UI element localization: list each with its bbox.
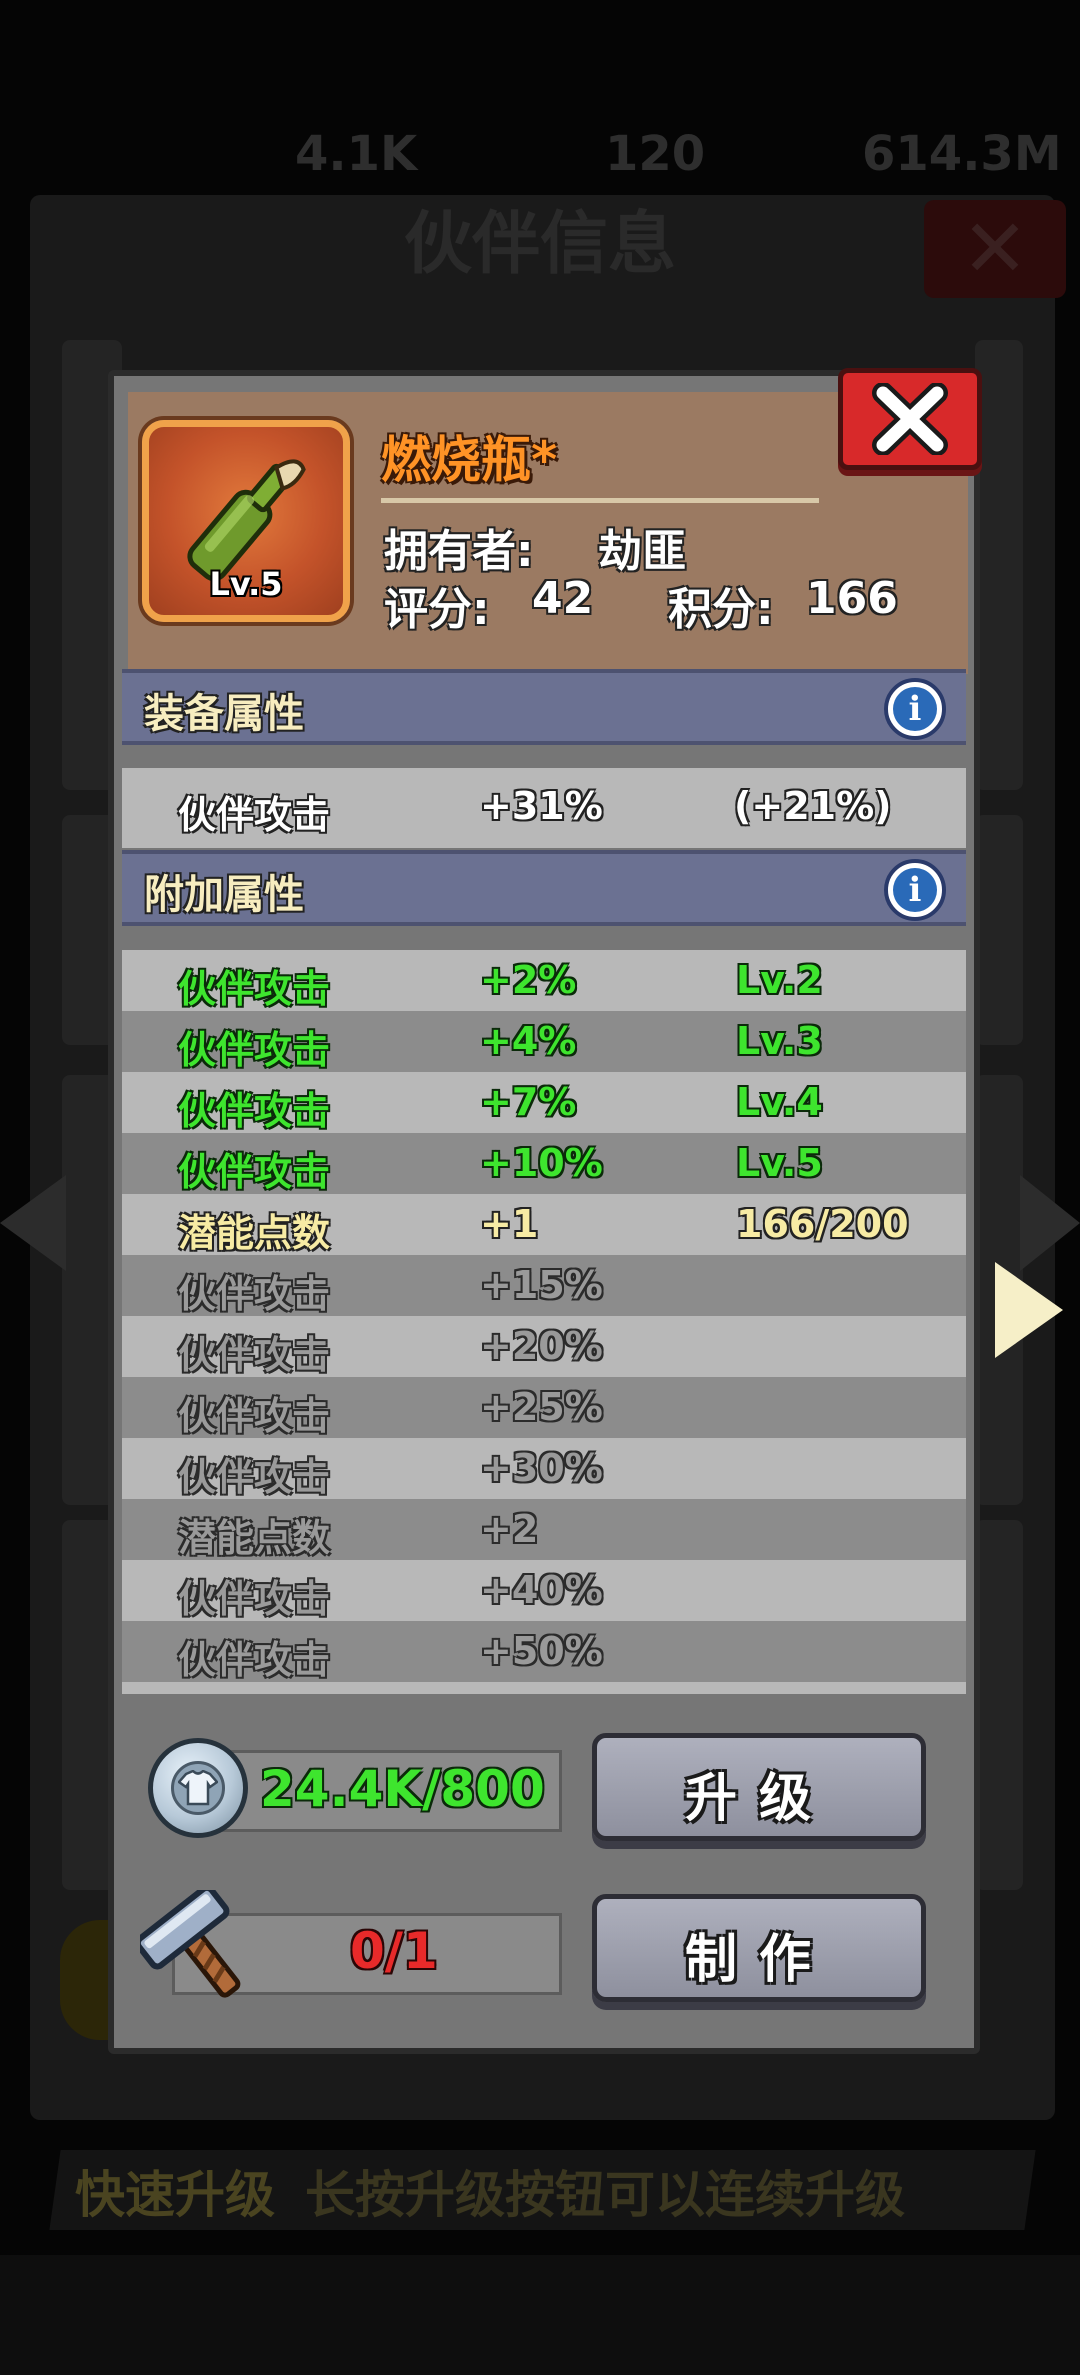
item-level: Lv.5 — [209, 565, 283, 603]
info-icon[interactable]: i — [884, 678, 946, 740]
attr-value: +1 — [480, 1202, 539, 1246]
info-icon[interactable]: i — [884, 859, 946, 921]
owner-label: 拥有者: — [384, 526, 534, 577]
attr-name: 伙伴攻击 — [178, 793, 331, 837]
background-slot — [975, 815, 1023, 1045]
background-hint-emphasis: 快速升级 — [75, 2166, 275, 2224]
extra-attributes-title: 附加属性 — [144, 872, 304, 918]
extra-attribute-row: 伙伴攻击 +30% — [122, 1438, 966, 1499]
attr-value: +15% — [480, 1263, 603, 1307]
background-top-bar: 4.1K 120 614.3M — [0, 110, 1080, 205]
attr-level: Lv.4 — [736, 1080, 823, 1124]
background-bottom-nav — [0, 2255, 1080, 2375]
background-slot — [975, 1520, 1023, 1890]
extra-attribute-row: 潜能点数 +1 166/200 — [122, 1194, 966, 1255]
name-divider — [381, 498, 819, 503]
arrow-left-icon — [0, 1175, 66, 1271]
points-value: 166 — [806, 573, 898, 624]
attr-value: +40% — [480, 1568, 603, 1612]
attr-value: +2% — [480, 958, 577, 1002]
attr-level: Lv.2 — [736, 958, 823, 1002]
background-arrow-icon — [1020, 1175, 1080, 1271]
list-scroll-edge — [122, 1682, 966, 1694]
attr-name: 伙伴攻击 — [178, 1394, 331, 1438]
attr-name: 伙伴攻击 — [178, 967, 331, 1011]
upgrade-button[interactable]: 升级 — [592, 1733, 926, 1841]
extra-attribute-row: 伙伴攻击 +25% — [122, 1377, 966, 1438]
equip-attributes-title: 装备属性 — [144, 691, 304, 737]
attr-name: 潜能点数 — [178, 1211, 331, 1255]
attr-name: 伙伴攻击 — [178, 1089, 331, 1133]
attr-name: 伙伴攻击 — [178, 1577, 331, 1621]
attr-value: +4% — [480, 1019, 577, 1063]
extra-attribute-row: 伙伴攻击 +20% — [122, 1316, 966, 1377]
attr-value: +30% — [480, 1446, 603, 1490]
extra-attributes-header: 附加属性 i — [122, 850, 966, 926]
extra-attribute-row: 潜能点数 +2 — [122, 1499, 966, 1560]
craft-button[interactable]: 制作 — [592, 1894, 926, 2002]
craft-button-label: 制作 — [684, 1930, 833, 1990]
extra-attribute-row: 伙伴攻击 +40% — [122, 1560, 966, 1621]
background-slot — [975, 340, 1023, 790]
upgrade-button-label: 升级 — [684, 1769, 833, 1829]
attr-progress: 166/200 — [736, 1202, 909, 1246]
attr-name: 伙伴攻击 — [178, 1455, 331, 1499]
arrow-right-icon[interactable] — [995, 1262, 1063, 1358]
attr-value: +2 — [480, 1507, 539, 1551]
attr-name: 伙伴攻击 — [178, 1028, 331, 1072]
attr-bonus: (+21%) — [734, 784, 892, 828]
equip-attribute-row: 伙伴攻击 +31% (+21%) — [122, 768, 966, 848]
attr-value: +31% — [480, 784, 603, 828]
background-stat-3: 614.3M — [862, 126, 1062, 182]
shirt-glyph — [178, 1770, 218, 1806]
attr-value: +50% — [480, 1629, 603, 1673]
extra-attribute-row: 伙伴攻击 +10% Lv.5 — [122, 1133, 966, 1194]
upgrade-cost: 24.4K/800 — [260, 1760, 545, 1818]
attr-name: 潜能点数 — [178, 1516, 331, 1560]
craft-cost: 0/1 — [350, 1922, 438, 1980]
attr-name: 伙伴攻击 — [178, 1333, 331, 1377]
extra-attribute-row: 伙伴攻击 +7% Lv.4 — [122, 1072, 966, 1133]
attr-level: Lv.3 — [736, 1019, 823, 1063]
points-label: 积分: — [668, 584, 774, 635]
attr-value: +7% — [480, 1080, 577, 1124]
score-label: 评分: — [384, 584, 490, 635]
close-x-icon — [872, 383, 948, 455]
item-icon-frame: Lv.5 — [142, 420, 350, 622]
extra-attribute-row: 伙伴攻击 +50% — [122, 1621, 966, 1682]
background-stat-2: 120 — [605, 126, 706, 182]
attr-name: 伙伴攻击 — [178, 1272, 331, 1316]
silver-coin-icon — [148, 1738, 248, 1838]
background-title: 伙伴信息 — [403, 205, 676, 284]
equip-attributes-header: 装备属性 i — [122, 669, 966, 745]
hammer-icon — [140, 1890, 241, 1998]
extra-attribute-row: 伙伴攻击 +4% Lv.3 — [122, 1011, 966, 1072]
attr-value: +25% — [480, 1385, 603, 1429]
attr-level: Lv.5 — [736, 1141, 823, 1185]
attr-value: +20% — [480, 1324, 603, 1368]
owner-value: 劫匪 — [598, 526, 686, 577]
item-name: 燃烧瓶* — [381, 431, 558, 489]
attr-value: +10% — [480, 1141, 603, 1185]
attr-name: 伙伴攻击 — [178, 1638, 331, 1682]
extra-attribute-row: 伙伴攻击 +2% Lv.2 — [122, 950, 966, 1011]
background-close-icon: ✕ — [924, 200, 1066, 298]
background-stat-1: 4.1K — [295, 126, 418, 182]
attr-name: 伙伴攻击 — [178, 1150, 331, 1194]
background-hint-text: 长按升级按钮可以连续升级 — [305, 2166, 905, 2224]
background-hint: 快速升级 长按升级按钮可以连续升级 — [75, 2155, 1035, 2227]
score-value: 42 — [532, 573, 594, 624]
close-button[interactable] — [838, 368, 982, 470]
extra-attribute-row: 伙伴攻击 +15% — [122, 1255, 966, 1316]
